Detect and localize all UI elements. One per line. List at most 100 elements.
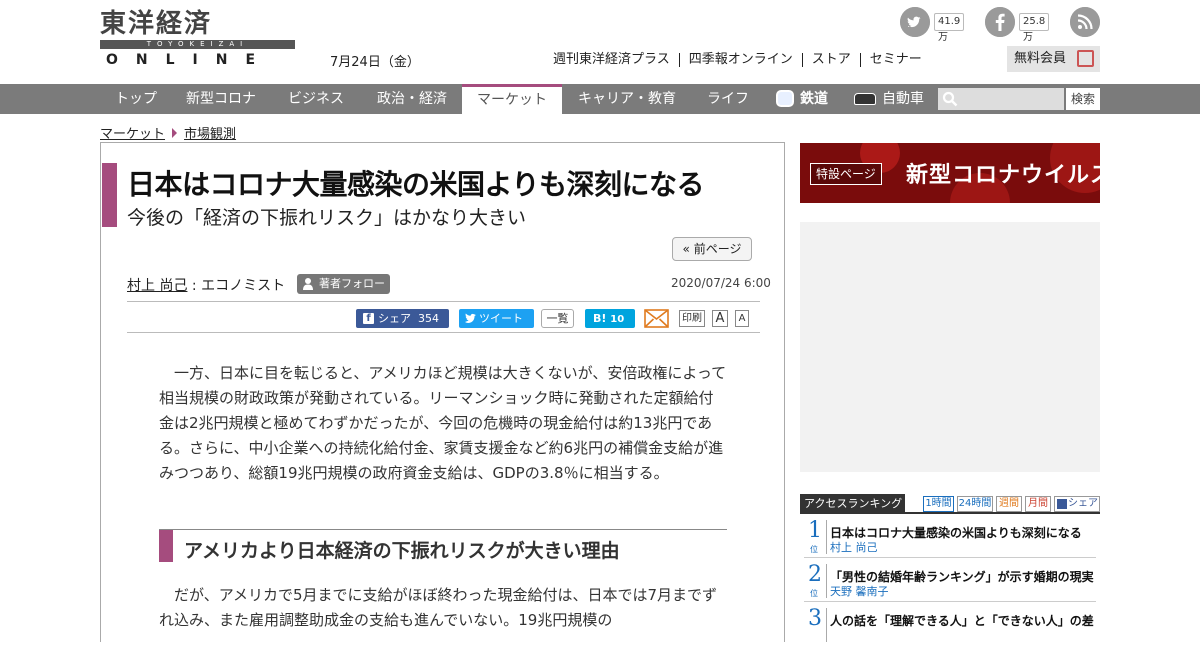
free-member-label: 無料会員 bbox=[1014, 51, 1067, 66]
ranking-number: 2 bbox=[808, 562, 822, 587]
tweet-bird-icon bbox=[465, 313, 476, 323]
ranking-author: 村上 尚己 bbox=[830, 541, 878, 554]
site-logo[interactable]: 東洋経済 TOYOKEIZAI ONLINE bbox=[100, 8, 295, 70]
article: 日本はコロナ大量感染の米国よりも深刻になる 今後の「経済の下振れリスク」はかなり… bbox=[100, 142, 785, 642]
coronavirus-special-banner[interactable]: 特設ページ 新型コロナウイルス bbox=[800, 143, 1100, 203]
divider bbox=[127, 301, 760, 302]
print-button[interactable]: 印刷 bbox=[679, 310, 705, 327]
heading-accent-bar bbox=[159, 530, 173, 562]
tweet-list-link[interactable]: 一覧 bbox=[541, 309, 574, 328]
logo-online: ONLINE bbox=[106, 52, 274, 68]
author-line: 村上 尚己 : エコノミスト bbox=[127, 275, 285, 295]
tweet-button[interactable]: ツイート bbox=[459, 309, 534, 328]
article-title: 日本はコロナ大量感染の米国よりも深刻になる bbox=[127, 168, 704, 201]
facebook-icon bbox=[1057, 499, 1067, 509]
publish-date: 2020/07/24 6:00 bbox=[671, 276, 771, 290]
link-shikiho-online[interactable]: 四季報オンライン bbox=[678, 53, 802, 67]
header-links: 週刊東洋経済プラス 四季報オンライン ストア セミナー bbox=[544, 50, 931, 70]
ranking-item[interactable]: 3 人の話を「理解できる人」と「できない人」の差 bbox=[804, 604, 1096, 646]
ranking-header: アクセスランキング 1時間 24時間 週間 月間 シェア bbox=[800, 494, 1100, 514]
twitter-icon[interactable] bbox=[900, 7, 930, 37]
ranking-tab-24h[interactable]: 24時間 bbox=[957, 496, 993, 512]
ranking-item[interactable]: 2 位 「男性の結婚年齢ランキング」が示す婚期の現実 天野 馨南子 bbox=[804, 560, 1096, 602]
link-weekly-toyokeizai-plus[interactable]: 週刊東洋経済プラス bbox=[544, 53, 679, 67]
article-subtitle: 今後の「経済の下振れリスク」はかなり大きい bbox=[127, 207, 527, 229]
twitter-follower-count: 41.9万 bbox=[934, 13, 965, 43]
gift-icon bbox=[1077, 50, 1094, 67]
divider bbox=[826, 520, 827, 554]
font-size-small-button[interactable]: A bbox=[735, 310, 749, 327]
author-role: : エコノミスト bbox=[187, 278, 286, 294]
nav-career-education[interactable]: キャリア・教育 bbox=[562, 84, 692, 114]
hatena-count: 10 bbox=[610, 314, 625, 325]
search-button[interactable]: 検索 bbox=[1066, 88, 1100, 110]
ad-placeholder bbox=[800, 222, 1100, 472]
nav-business[interactable]: ビジネス bbox=[270, 84, 362, 114]
author-name[interactable]: 村上 尚己 bbox=[127, 278, 187, 294]
nav-automobile-label: 自動車 bbox=[882, 91, 924, 107]
ranking-tab-monthly[interactable]: 月間 bbox=[1025, 496, 1051, 512]
breadcrumb-arrow-icon bbox=[172, 128, 178, 138]
rss-icon[interactable] bbox=[1070, 7, 1100, 37]
prev-page-button[interactable]: « 前ページ bbox=[672, 237, 752, 261]
divider bbox=[826, 608, 827, 642]
follow-author-button[interactable]: 著者フォロー bbox=[297, 274, 390, 294]
banner-tag: 特設ページ bbox=[810, 163, 882, 185]
divider bbox=[826, 564, 827, 598]
free-member-button[interactable]: 無料会員 bbox=[1007, 46, 1100, 72]
ranking-tab-1h[interactable]: 1時間 bbox=[923, 496, 954, 512]
user-plus-icon bbox=[303, 278, 313, 290]
tweet-label: ツイート bbox=[479, 312, 523, 325]
breadcrumb: マーケット 市場観測 bbox=[100, 123, 236, 142]
ranking-number: 1 bbox=[808, 518, 822, 543]
nav-railway[interactable]: 鉄道 bbox=[764, 84, 844, 114]
ranking-title: 人の話を「理解できる人」と「できない人」の差 bbox=[830, 614, 1094, 628]
follow-label: 著者フォロー bbox=[319, 277, 385, 290]
nav-railway-label: 鉄道 bbox=[800, 91, 828, 107]
article-paragraph: 一方、日本に目を転じると、アメリカほど規模は大きくないが、安倍政権によって相当規… bbox=[159, 364, 727, 482]
ranking-list: 1 位 日本はコロナ大量感染の米国よりも深刻になる 村上 尚己 2 位 「男性の… bbox=[800, 516, 1100, 642]
title-accent-bar bbox=[102, 163, 117, 227]
nav-life[interactable]: ライフ bbox=[692, 84, 764, 114]
mail-icon[interactable] bbox=[644, 309, 669, 328]
logo-kanji: 東洋経済 bbox=[100, 9, 213, 39]
ranking-pos-label: 位 bbox=[810, 545, 818, 554]
link-store[interactable]: ストア bbox=[801, 53, 860, 67]
breadcrumb-market[interactable]: マーケット bbox=[100, 127, 165, 142]
facebook-share-count: 354 bbox=[418, 312, 439, 325]
nav-politics-economy[interactable]: 政治・経済 bbox=[362, 84, 462, 114]
ranking-tab-share-label: シェア bbox=[1068, 498, 1098, 509]
facebook-follower-count: 25.8万 bbox=[1019, 13, 1050, 43]
car-icon bbox=[854, 93, 876, 105]
ranking-label: アクセスランキング bbox=[800, 494, 905, 514]
article-paragraph: だが、アメリカで5月までに支給がほぼ終わった現金給付は、日本では7月までずれ込み… bbox=[159, 586, 718, 629]
breadcrumb-market-watch[interactable]: 市場観測 bbox=[184, 127, 236, 142]
font-size-large-button[interactable]: A bbox=[712, 310, 728, 327]
facebook-share-label: シェア bbox=[378, 312, 411, 325]
ranking-tab-weekly[interactable]: 週間 bbox=[996, 496, 1022, 512]
section-heading: アメリカより日本経済の下振れリスクが大きい理由 bbox=[159, 529, 727, 569]
ranking-number: 3 bbox=[808, 606, 822, 631]
facebook-icon[interactable] bbox=[985, 7, 1015, 37]
section-heading-text: アメリカより日本経済の下振れリスクが大きい理由 bbox=[184, 540, 620, 562]
hatena-bookmark-button[interactable]: B! 10 bbox=[585, 309, 635, 328]
link-seminar[interactable]: セミナー bbox=[859, 53, 931, 67]
site-header: 東洋経済 TOYOKEIZAI ONLINE 7月24日（金） 41.9万 25… bbox=[0, 0, 1200, 84]
logo-roman: TOYOKEIZAI bbox=[100, 40, 295, 49]
divider bbox=[127, 332, 760, 333]
header-date: 7月24日（金） bbox=[330, 55, 420, 70]
ranking-author: 天野 馨南子 bbox=[830, 585, 889, 598]
banner-title: 新型コロナウイルス bbox=[906, 163, 1100, 188]
facebook-share-button[interactable]: f シェア 354 bbox=[356, 309, 449, 328]
facebook-share-icon: f bbox=[363, 313, 374, 324]
nav-coronavirus[interactable]: 新型コロナ bbox=[172, 84, 270, 114]
hatena-label: B! bbox=[593, 312, 607, 325]
nav-automobile[interactable]: 自動車 bbox=[844, 84, 938, 114]
ranking-pos-label: 位 bbox=[810, 589, 818, 598]
ranking-tab-share[interactable]: シェア bbox=[1054, 496, 1100, 512]
nav-market[interactable]: マーケット bbox=[462, 84, 562, 116]
train-icon bbox=[776, 90, 794, 107]
nav-top[interactable]: トップ bbox=[100, 84, 172, 114]
search-icon bbox=[942, 91, 958, 107]
ranking-item[interactable]: 1 位 日本はコロナ大量感染の米国よりも深刻になる 村上 尚己 bbox=[804, 516, 1096, 558]
